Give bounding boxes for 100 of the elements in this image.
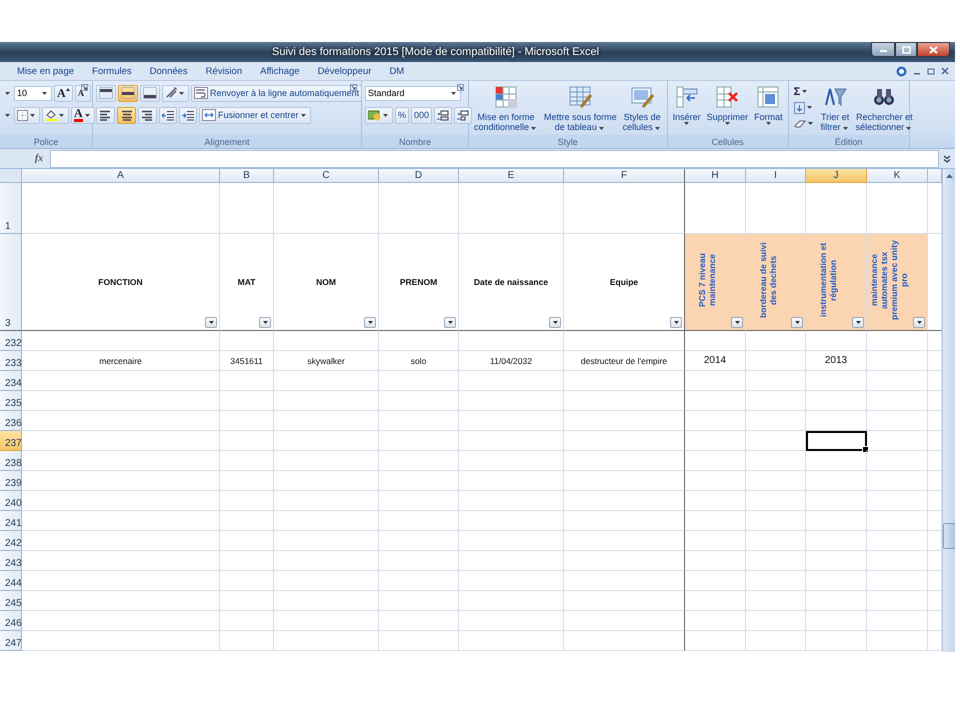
column-header[interactable]: H	[685, 169, 746, 183]
column-header[interactable]: J	[806, 169, 867, 183]
maximize-button[interactable]	[895, 42, 917, 57]
vertical-align-button[interactable]	[96, 84, 116, 102]
font-size-field[interactable]: 10	[14, 86, 52, 100]
decrease-indent-button[interactable]	[159, 106, 177, 124]
orientation-button[interactable]	[162, 84, 189, 102]
ribbon-tab[interactable]: Affichage	[251, 66, 309, 76]
empty-cell	[746, 551, 806, 571]
decrease-decimal-button[interactable]	[454, 106, 472, 124]
wrap-text-button[interactable]: Renvoyer à la ligne automatiquement	[191, 84, 362, 102]
sort-button[interactable]: Trier et filtrer	[818, 84, 852, 135]
row-header[interactable]: 247	[0, 631, 22, 651]
filter-button[interactable]	[364, 317, 376, 328]
caret-icon	[59, 114, 64, 116]
column-header[interactable]: K	[867, 169, 928, 183]
filter-button[interactable]	[670, 317, 682, 328]
row-header[interactable]: 240	[0, 491, 22, 511]
font-color-button[interactable]: A	[71, 106, 95, 124]
formula-input[interactable]	[50, 150, 939, 168]
merge-center-button[interactable]: Fusionner et centrer	[199, 106, 311, 124]
table-button[interactable]: Mettre sous forme de tableau	[542, 84, 619, 135]
empty-cell	[685, 491, 746, 511]
currency-button[interactable]	[365, 106, 393, 124]
filter-button[interactable]	[259, 317, 271, 328]
empty-cell	[867, 551, 928, 571]
fill-handle[interactable]	[862, 446, 869, 453]
format-button[interactable]: Format	[752, 84, 785, 135]
column-header[interactable]: D	[379, 169, 459, 183]
delete-button[interactable]: Supprimer	[704, 84, 750, 135]
row-header[interactable]: 3	[0, 234, 22, 331]
align-bottom-icon	[143, 87, 157, 99]
insert-button[interactable]: Insérer	[670, 84, 703, 135]
filter-button[interactable]	[791, 317, 803, 328]
row-header[interactable]: 232	[0, 331, 22, 351]
horizontal-align-button[interactable]	[117, 106, 136, 124]
row-header[interactable]: 241	[0, 511, 22, 531]
scroll-up-button[interactable]	[943, 169, 955, 183]
row-header[interactable]: 244	[0, 571, 22, 591]
percent-button[interactable]: %	[395, 106, 410, 124]
autosum-button[interactable]: Σ	[792, 84, 817, 99]
ribbon-tab[interactable]: Développeur	[308, 66, 380, 76]
scroll-thumb[interactable]	[943, 523, 955, 549]
row-header[interactable]: 245	[0, 591, 22, 611]
row-header[interactable]: 246	[0, 611, 22, 631]
increase-decimal-button[interactable]	[434, 106, 452, 124]
empty-cell	[685, 471, 746, 491]
horizontal-align-button[interactable]	[96, 106, 115, 124]
column-header[interactable]: C	[274, 169, 379, 183]
row-header[interactable]: 238	[0, 451, 22, 471]
filter-button[interactable]	[549, 317, 561, 328]
close-button[interactable]	[917, 42, 950, 57]
grow-font-button[interactable]: A	[54, 84, 73, 102]
column-header[interactable]: B	[220, 169, 274, 183]
caret-icon	[300, 114, 306, 116]
ribbon-tab[interactable]: Révision	[196, 66, 252, 76]
ribbon-tab[interactable]: DM	[380, 66, 414, 76]
thousands-button[interactable]: 000	[411, 106, 432, 124]
styles-button[interactable]: Styles de cellules	[620, 84, 664, 135]
filter-button[interactable]	[913, 317, 925, 328]
fill-color-button[interactable]	[42, 106, 69, 124]
insert-function-button[interactable]: fx	[28, 153, 50, 164]
group-label: Alignement	[204, 136, 250, 146]
column-header[interactable]: I	[746, 169, 806, 183]
row-header[interactable]: 233	[0, 351, 22, 371]
column-header[interactable]: E	[459, 169, 564, 183]
vertical-align-button[interactable]	[118, 84, 138, 102]
caret-icon	[179, 92, 184, 94]
row-header[interactable]: 236	[0, 411, 22, 431]
minimize-button[interactable]	[871, 42, 895, 57]
vertical-align-button[interactable]	[140, 84, 160, 102]
row-header[interactable]: 1	[0, 183, 22, 234]
row-header[interactable]: 243	[0, 551, 22, 571]
borders-button[interactable]	[14, 106, 40, 124]
conditional-button[interactable]: Mise en forme conditionnelle	[472, 84, 540, 135]
empty-cell	[867, 411, 928, 431]
row-header[interactable]: 237	[0, 431, 22, 451]
horizontal-align-button[interactable]	[138, 106, 157, 124]
filter-button[interactable]	[444, 317, 456, 328]
ribbon-tab[interactable]: Formules	[83, 66, 141, 76]
ribbon-tab[interactable]: Mise en page	[8, 66, 84, 76]
column-header[interactable]: A	[22, 169, 220, 183]
find-button[interactable]: Rechercher et sélectionner	[854, 84, 916, 135]
diagonal-text-icon	[165, 87, 177, 99]
filter-button[interactable]	[205, 317, 217, 328]
empty-cell	[220, 551, 274, 571]
filter-button[interactable]	[731, 317, 743, 328]
increase-indent-button[interactable]	[179, 106, 197, 124]
caret-icon	[806, 106, 812, 109]
row-header[interactable]: 242	[0, 531, 22, 551]
column-header[interactable]: F	[564, 169, 685, 183]
number-format-field[interactable]: Standard	[365, 86, 461, 100]
empty-cell	[746, 471, 806, 491]
active-cell[interactable]	[806, 431, 867, 451]
row-header[interactable]: 235	[0, 391, 22, 411]
ribbon-tab[interactable]: Données	[140, 66, 197, 76]
row-header[interactable]: 239	[0, 471, 22, 491]
filter-button[interactable]	[852, 317, 864, 328]
empty-cell	[746, 411, 806, 431]
row-header[interactable]: 234	[0, 371, 22, 391]
